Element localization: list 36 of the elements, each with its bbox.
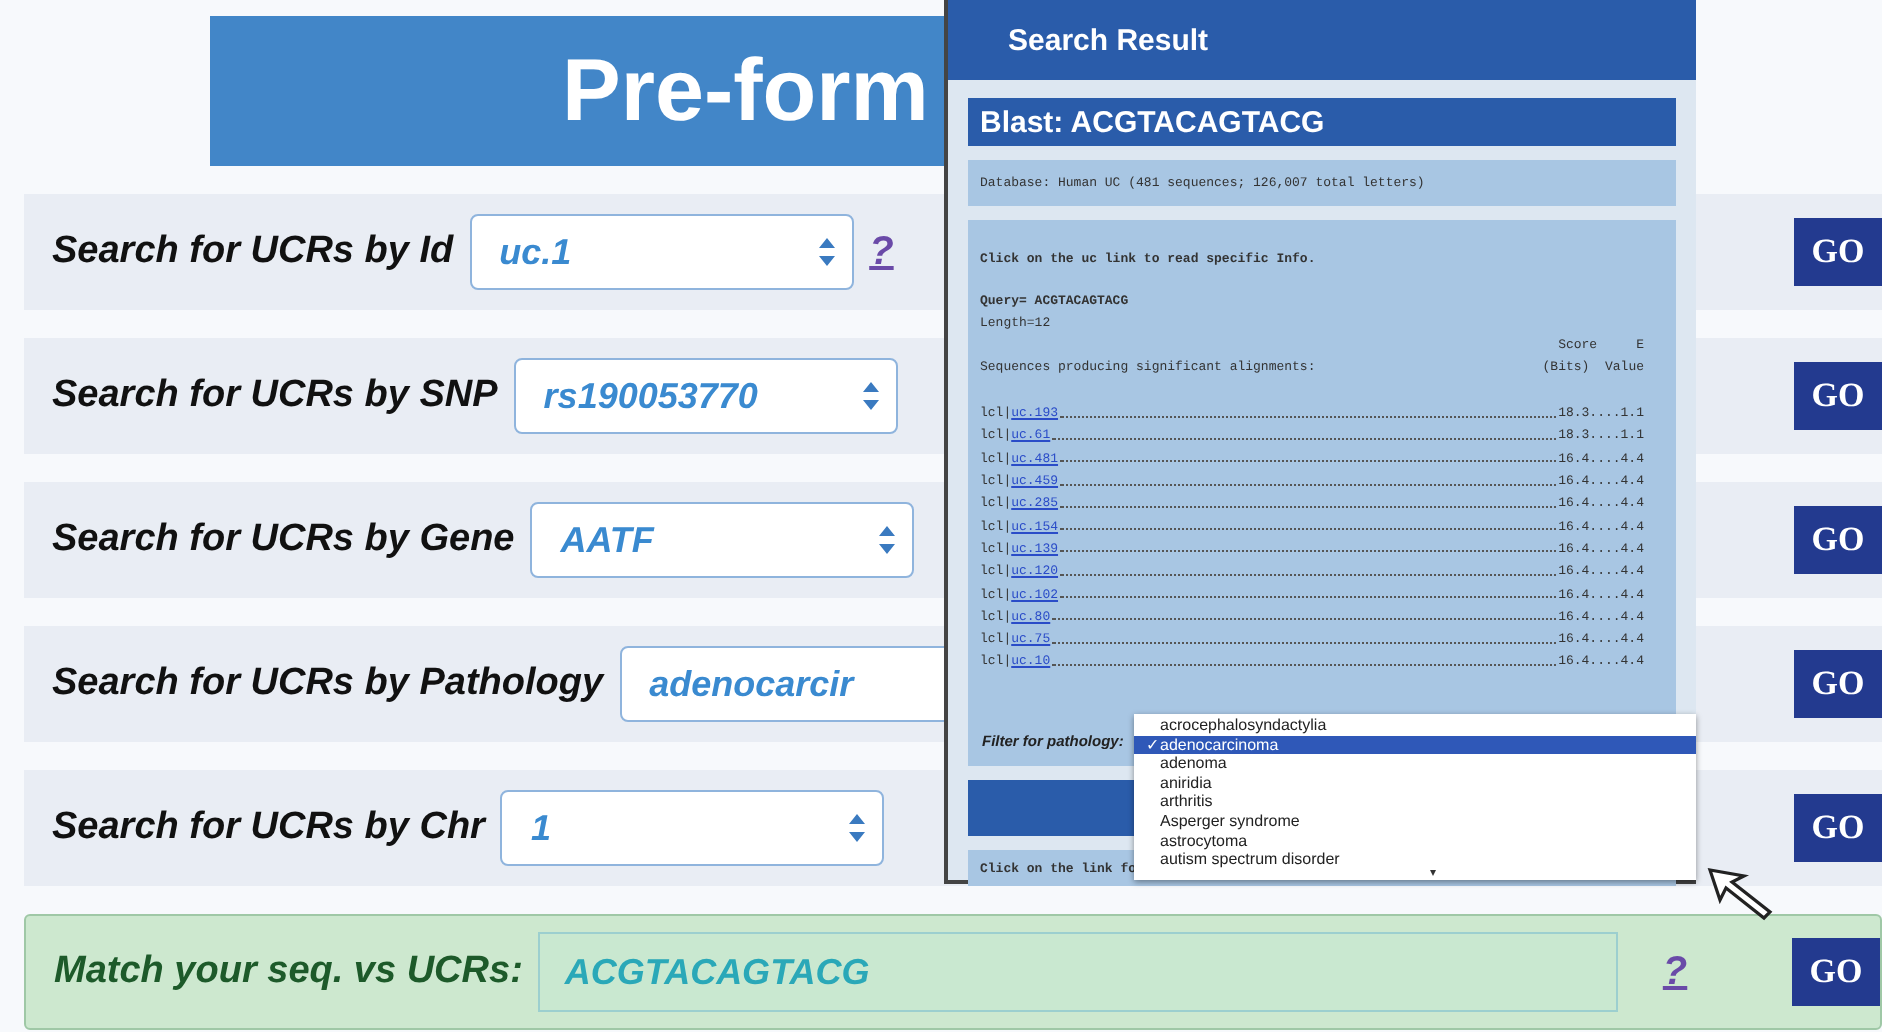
go-button[interactable]: GO bbox=[1794, 218, 1882, 286]
window-title: Search Result bbox=[1008, 23, 1209, 57]
go-button[interactable]: GO bbox=[1792, 938, 1880, 1006]
dropdown-option[interactable]: autism spectrum disorder bbox=[1134, 850, 1696, 870]
select-field[interactable]: rs190053770 bbox=[513, 358, 898, 434]
search-label: Search for UCRs by Id bbox=[52, 230, 454, 274]
dropdown-option[interactable]: aniridia bbox=[1134, 773, 1696, 793]
go-button[interactable]: GO bbox=[1794, 506, 1882, 574]
search-label: Search for UCRs by Pathology bbox=[52, 662, 604, 706]
go-button[interactable]: GO bbox=[1794, 362, 1882, 430]
cursor-icon bbox=[1704, 864, 1776, 924]
help-link[interactable]: ? bbox=[869, 229, 894, 275]
dropdown-option[interactable]: Asperger syndrome bbox=[1134, 811, 1696, 832]
dropdown-option[interactable]: adenoma bbox=[1134, 754, 1696, 774]
dropdown-option[interactable]: ✓adenocarcinoma bbox=[1134, 735, 1696, 755]
up-down-arrows-icon bbox=[861, 380, 880, 412]
dropdown-option[interactable]: astrocytoma bbox=[1134, 831, 1696, 851]
select-field[interactable]: uc.1 bbox=[469, 214, 854, 290]
search-label: Search for UCRs by Gene bbox=[52, 518, 515, 562]
dropdown-option[interactable]: arthritis bbox=[1134, 792, 1696, 812]
select-field[interactable]: AATF bbox=[530, 502, 915, 578]
go-button[interactable]: GO bbox=[1794, 794, 1882, 862]
sequence-input[interactable]: ACGTACAGTACG bbox=[538, 932, 1619, 1012]
search-label: Search for UCRs by SNP bbox=[52, 374, 498, 418]
select-field[interactable]: 1 bbox=[500, 790, 885, 866]
match-label: Match your seq. vs UCRs: bbox=[54, 950, 523, 994]
up-down-arrows-icon bbox=[848, 812, 867, 844]
blast-title: Blast: ACGTACAGTACG bbox=[980, 105, 1325, 139]
help-link[interactable]: ? bbox=[1662, 949, 1688, 995]
search-label: Search for UCRs by Chr bbox=[52, 806, 485, 850]
select-field[interactable]: adenocarcir bbox=[619, 646, 944, 722]
go-button[interactable]: GO bbox=[1794, 650, 1882, 718]
page-title: Pre-form bbox=[562, 41, 929, 141]
up-down-arrows-icon bbox=[878, 524, 897, 556]
dropdown-option[interactable]: acrocephalosyndactylia bbox=[1134, 716, 1696, 736]
up-down-arrows-icon bbox=[817, 236, 836, 268]
